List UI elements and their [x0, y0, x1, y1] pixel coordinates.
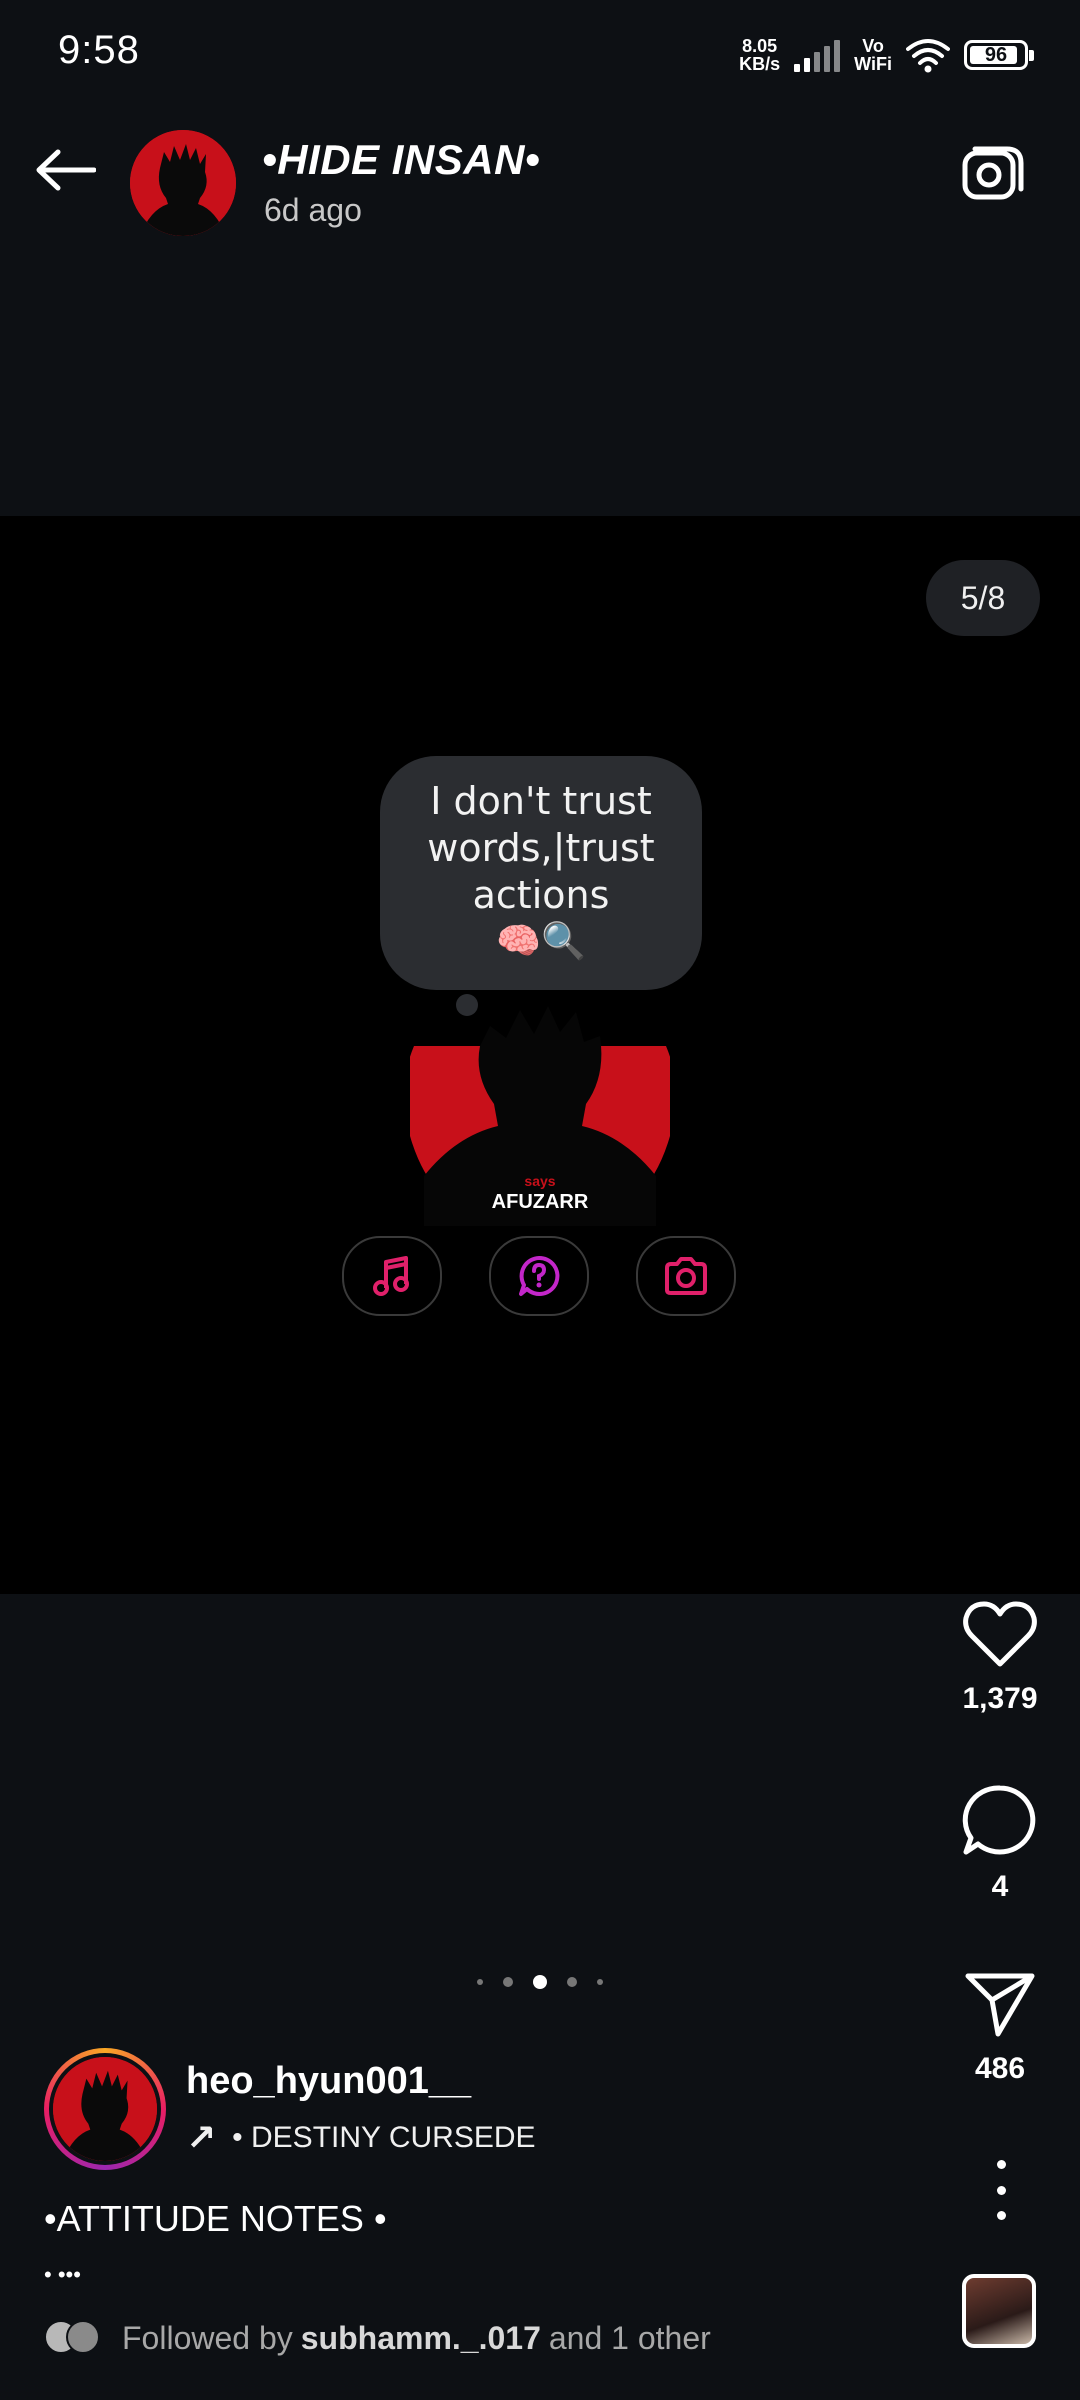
post-media[interactable]: 5/8 says AFUZARR I don't trust words,|tr…	[0, 516, 1080, 1594]
question-bubble-icon	[519, 1255, 560, 1296]
note-text: I don't trust words,|trust actions	[427, 779, 655, 917]
camera-button[interactable]	[958, 138, 1028, 208]
comment-count[interactable]: 4	[992, 1870, 1009, 1904]
author-avatar[interactable]	[44, 2048, 166, 2170]
camera-pill[interactable]	[636, 1236, 736, 1316]
audio-row[interactable]: ↗ • DESTINY CURSEDE	[186, 2117, 536, 2158]
post-timestamp: 6d ago	[264, 192, 362, 228]
more-dot-icon	[996, 2160, 1006, 2169]
carousel-dot	[503, 1977, 513, 1987]
silhouette-image	[130, 130, 236, 236]
follower-avatars	[44, 2320, 106, 2356]
note-emoji: 🧠🔍	[496, 920, 586, 961]
author-username[interactable]: heo_hyun001__	[186, 2060, 471, 2103]
battery-level: 96	[984, 43, 1008, 66]
profile-picture-image: says AFUZARR	[410, 1006, 670, 1226]
vowifi-icon: Vo WiFi	[854, 36, 892, 74]
share-count[interactable]: 486	[975, 2052, 1025, 2086]
avatar-top-caption: says	[524, 1173, 555, 1189]
more-dot-icon	[996, 2185, 1006, 2195]
caption-more[interactable]: • •••	[44, 2262, 81, 2288]
signal-icon	[794, 38, 841, 72]
back-arrow-icon	[36, 149, 96, 191]
comment-icon[interactable]	[962, 1784, 1038, 1856]
profile-action-pills	[0, 1236, 1080, 1316]
carousel-indicator	[0, 1972, 1080, 1992]
post-header: •HIDE INSAN• 6d ago	[0, 110, 1080, 240]
status-time: 9:58	[58, 28, 140, 72]
like-count[interactable]: 1,379	[962, 1682, 1037, 1716]
silhouette-image	[53, 2057, 157, 2161]
wifi-icon	[906, 39, 950, 73]
audio-thumbnail[interactable]	[962, 2274, 1036, 2348]
profile-title[interactable]: •HIDE INSAN•	[262, 136, 540, 184]
carousel-dot	[567, 1977, 577, 1987]
note-bubble-tail	[456, 994, 478, 1016]
comment-action: 4	[950, 1784, 1050, 1904]
carousel-dot	[477, 1979, 483, 1985]
audio-title: • DESTINY CURSEDE	[232, 2121, 536, 2154]
net-speed: 8.05 KB/s	[739, 37, 780, 73]
note-bubble: I don't trust words,|trust actions 🧠🔍	[380, 756, 702, 990]
carousel-dot	[597, 1979, 603, 1985]
music-note-icon	[373, 1256, 409, 1296]
battery-icon: 96	[964, 40, 1034, 70]
camera-icon	[962, 146, 1024, 200]
more-options-button[interactable]	[976, 2160, 1026, 2220]
avatar-caption: AFUZARR	[492, 1191, 589, 1213]
mini-avatar	[66, 2320, 100, 2354]
net-speed-unit: KB/s	[739, 54, 781, 74]
net-speed-value: 8.05	[742, 36, 778, 56]
arrow-up-right-icon: ↗	[186, 2117, 217, 2158]
status-icons: 8.05 KB/s Vo WiFi 96	[739, 30, 1034, 80]
like-action: 1,379	[950, 1600, 1050, 1716]
status-bar: 9:58 8.05 KB/s Vo WiFi 96	[0, 0, 1080, 110]
question-pill[interactable]	[489, 1236, 589, 1316]
heart-icon[interactable]	[962, 1600, 1038, 1668]
back-button[interactable]	[30, 135, 100, 205]
followed-by-row[interactable]: Followed by subhamm._.017 and 1 other	[44, 2318, 711, 2358]
carousel-dot-active	[533, 1975, 547, 1989]
slide-counter: 5/8	[926, 560, 1040, 636]
more-dot-icon	[996, 2211, 1006, 2220]
followed-suffix: and 1 other	[548, 2319, 711, 2356]
post-caption[interactable]: •ATTITUDE NOTES •	[44, 2198, 387, 2240]
followed-prefix: Followed by	[122, 2319, 293, 2356]
music-pill[interactable]	[342, 1236, 442, 1316]
followed-username: subhamm._.017	[300, 2319, 541, 2356]
header-avatar[interactable]	[130, 130, 236, 236]
camera-outline-icon	[665, 1257, 707, 1295]
